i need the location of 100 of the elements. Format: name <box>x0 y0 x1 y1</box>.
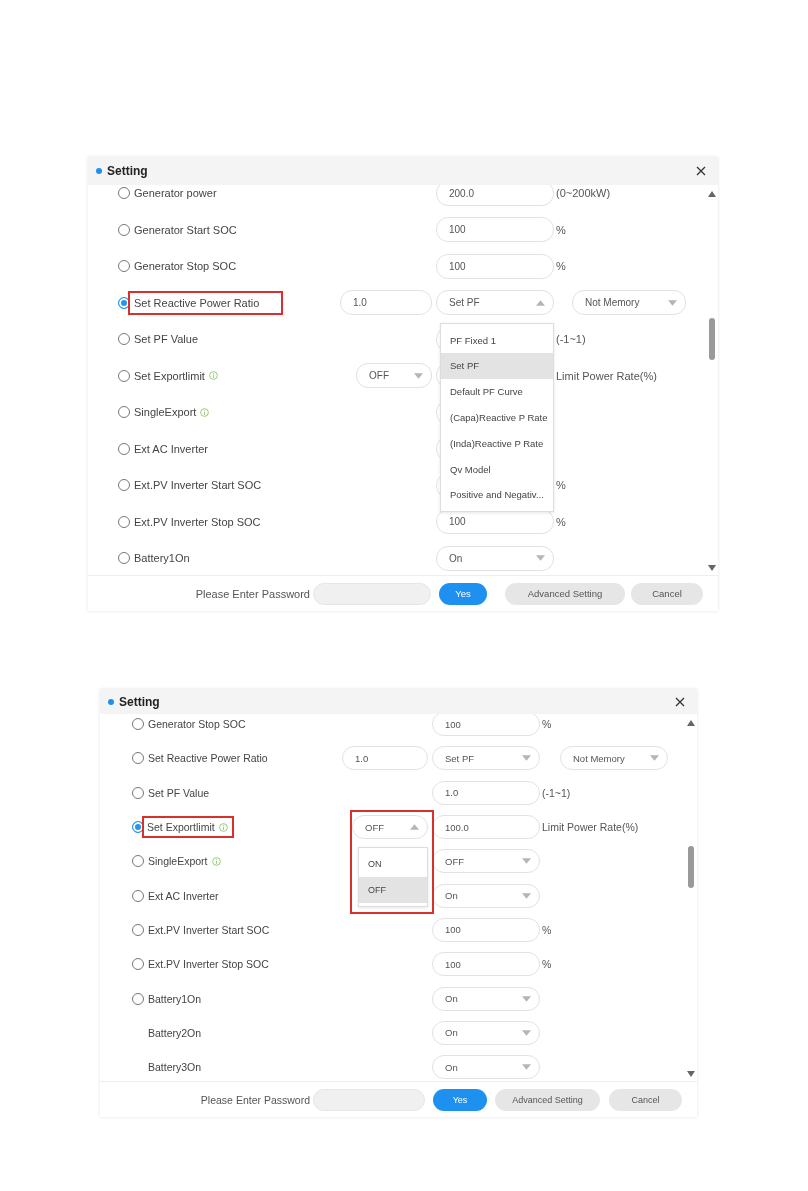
setting-label: SingleExport <box>148 855 208 868</box>
setting-label: Battery2On <box>148 1026 202 1039</box>
unit-label: (-1~1) <box>555 333 587 346</box>
menu-option[interactable]: (Capa)Reactive P Rate <box>441 404 553 431</box>
setting-label: Battery3On <box>148 1061 202 1074</box>
caret-icon <box>650 755 659 762</box>
setting-label: SingleExport <box>134 406 197 419</box>
radio-button[interactable] <box>118 369 130 382</box>
footer-button[interactable]: Cancel <box>609 1088 682 1111</box>
radio-button[interactable] <box>132 752 144 765</box>
unit-label: (0~200kW) <box>555 187 612 200</box>
scroll-up-icon[interactable] <box>687 720 695 726</box>
menu-option[interactable]: OFF <box>359 877 427 904</box>
caret-icon <box>668 299 677 306</box>
setting-label: Set PF Value <box>148 786 210 799</box>
radio-button[interactable] <box>132 889 144 902</box>
scrollbar-thumb[interactable] <box>709 318 715 360</box>
dot-icon <box>108 698 114 705</box>
dropdown[interactable]: On <box>432 1020 540 1045</box>
setting-label: Ext AC Inverter <box>148 889 219 902</box>
unit-label: % <box>541 923 553 936</box>
close-icon[interactable] <box>675 696 685 707</box>
text-field[interactable]: 100 <box>436 217 554 243</box>
unit-label: Limit Power Rate(%) <box>555 369 658 382</box>
radio-button[interactable] <box>132 855 144 868</box>
password-field[interactable] <box>313 1088 425 1111</box>
text-field[interactable]: 100 <box>432 714 540 737</box>
radio-button[interactable] <box>118 187 130 200</box>
dropdown[interactable]: OFF <box>432 849 540 874</box>
radio-button[interactable] <box>118 223 130 236</box>
unit-label: % <box>555 223 567 236</box>
unit-label: % <box>541 718 553 731</box>
scroll-up-icon[interactable] <box>708 191 716 197</box>
dropdown[interactable]: Not Memory <box>572 290 686 316</box>
dropdown[interactable]: Set PF <box>432 746 540 771</box>
setting-label: Ext.PV Inverter Start SOC <box>148 923 270 936</box>
scroll-down-icon[interactable] <box>687 1071 695 1077</box>
radio-button[interactable] <box>118 515 130 528</box>
dropdown[interactable]: Set PF <box>436 290 554 316</box>
dropdown[interactable]: On <box>436 545 554 571</box>
text-field[interactable]: 100 <box>432 952 540 977</box>
scrollbar-thumb[interactable] <box>688 846 694 888</box>
unit-label: % <box>555 260 567 273</box>
dropdown[interactable]: On <box>432 986 540 1011</box>
caret-icon <box>522 892 531 899</box>
unit-label: Limit Power Rate(%) <box>541 821 640 834</box>
menu-option[interactable]: Positive and Negativ... <box>441 482 553 508</box>
footer-button[interactable]: Advanced Setting <box>505 582 625 605</box>
radio-button[interactable] <box>132 992 144 1005</box>
radio-button[interactable] <box>118 479 130 492</box>
caret-icon <box>522 1064 531 1071</box>
caret-icon <box>522 858 531 865</box>
unit-label: % <box>555 479 567 492</box>
dropdown[interactable]: On <box>432 1055 540 1080</box>
text-field[interactable]: 100.0 <box>432 815 540 840</box>
text-field[interactable]: 200.0 <box>436 185 554 206</box>
close-icon[interactable] <box>696 166 706 176</box>
dialog-title: Setting <box>119 694 161 709</box>
text-field[interactable]: 100 <box>432 917 540 942</box>
setting-label: Ext.PV Inverter Stop SOC <box>134 515 261 528</box>
radio-button[interactable] <box>132 786 144 799</box>
menu-option[interactable]: PF Fixed 1 <box>441 327 553 354</box>
dropdown[interactable]: OFF <box>352 815 428 840</box>
text-field[interactable]: 100 <box>436 253 554 279</box>
caret-icon <box>522 1029 531 1036</box>
menu-option[interactable]: (Inda)Reactive P Rate <box>441 430 553 457</box>
setting-label: Generator power <box>134 187 217 200</box>
radio-button[interactable] <box>132 923 144 936</box>
radio-button[interactable] <box>118 333 130 346</box>
radio-button[interactable] <box>132 718 144 731</box>
footer-button[interactable]: Cancel <box>631 582 703 605</box>
setting-label: Generator Stop SOC <box>134 260 237 273</box>
setting-label: Set Exportlimit <box>147 821 215 834</box>
menu-option[interactable]: Default PF Curve <box>441 378 553 405</box>
text-field[interactable]: 1.0 <box>340 290 432 316</box>
radio-button[interactable] <box>118 406 130 419</box>
setting-label: Battery1On <box>134 552 190 565</box>
dropdown[interactable]: On <box>432 883 540 908</box>
dropdown[interactable]: Not Memory <box>560 746 668 771</box>
setting-label: Generator Start SOC <box>134 223 237 236</box>
setting-label: Ext.PV Inverter Stop SOC <box>148 958 269 971</box>
setting-label: Battery1On <box>148 992 202 1005</box>
unit-label: % <box>555 515 567 528</box>
caret-icon <box>522 995 531 1002</box>
dropdown[interactable]: OFF <box>356 363 432 389</box>
menu-option[interactable]: Qv Model <box>441 456 553 483</box>
radio-button[interactable] <box>118 552 130 565</box>
text-field[interactable]: 1.0 <box>432 780 540 805</box>
password-field[interactable] <box>313 582 431 605</box>
menu-option[interactable]: ON <box>359 851 427 878</box>
radio-button[interactable] <box>118 260 130 273</box>
setting-label: Ext AC Inverter <box>134 442 208 455</box>
caret-icon <box>536 555 545 562</box>
text-field[interactable]: 1.0 <box>342 746 428 771</box>
radio-button[interactable] <box>132 958 144 971</box>
dialog-title: Setting <box>107 164 149 178</box>
scroll-down-icon[interactable] <box>708 565 716 571</box>
footer-button[interactable]: Advanced Setting <box>495 1088 600 1111</box>
menu-option[interactable]: Set PF <box>441 353 553 379</box>
radio-button[interactable] <box>118 442 130 455</box>
